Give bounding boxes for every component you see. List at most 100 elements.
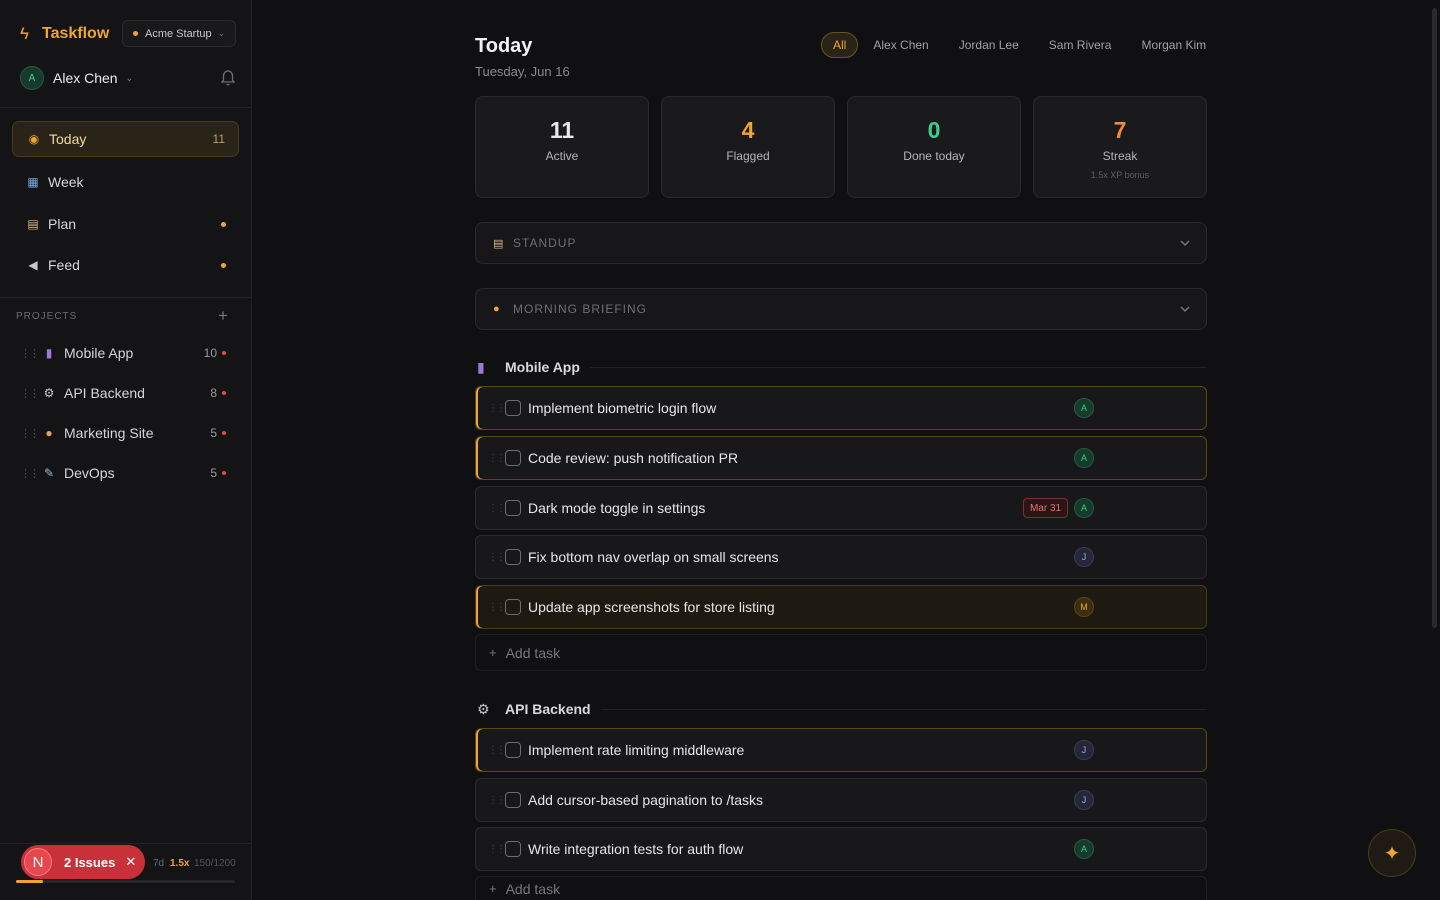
task-row[interactable]: ⋮⋮ Update app screenshots for store list… [475, 585, 1207, 629]
drag-handle-icon[interactable]: ⋮⋮ [488, 844, 506, 855]
plus-icon: + [489, 881, 497, 896]
project-item-devops[interactable]: ⋮⋮ ✎ DevOps 5 [20, 459, 230, 487]
add-project-button[interactable]: + [218, 306, 228, 326]
task-checkbox[interactable] [505, 549, 521, 565]
add-task-button[interactable]: + Add task [475, 876, 1207, 900]
task-title: Code review: push notification PR [528, 450, 739, 466]
drag-handle-icon[interactable]: ⋮⋮ [488, 552, 506, 563]
task-row[interactable]: ⋮⋮ Implement rate limiting middleware J [475, 728, 1207, 772]
group-header-mobile-app: ▮ Mobile App [477, 356, 1207, 378]
group-name: Mobile App [505, 359, 580, 375]
workspace-name: Acme Startup [145, 27, 212, 40]
stat-value: 4 [741, 117, 755, 143]
page-date: Tuesday, Jun 16 [475, 64, 570, 79]
chevron-down-icon: ⌄ [125, 72, 134, 83]
due-date-badge[interactable]: Mar 31 [1023, 498, 1068, 518]
task-checkbox[interactable] [505, 599, 521, 615]
task-row[interactable]: ⋮⋮ Write integration tests for auth flow… [475, 827, 1207, 871]
assignee-avatar: J [1074, 790, 1094, 810]
nav-item-plan[interactable]: ▤ Plan [12, 206, 239, 242]
stat-label: Flagged [726, 149, 770, 163]
stat-done-today: 0 Done today [847, 96, 1021, 198]
drag-handle-icon[interactable]: ⋮⋮ [488, 453, 506, 464]
gear-icon: ⚙ [43, 386, 55, 400]
project-name: DevOps [64, 465, 115, 481]
assignee-avatar: J [1074, 740, 1094, 760]
filter-jordan-lee[interactable]: Jordan Lee [944, 32, 1034, 58]
assignee-avatar: A [1074, 398, 1094, 418]
task-row[interactable]: ⋮⋮ Implement biometric login flow A [475, 386, 1207, 430]
unread-dot [221, 221, 226, 227]
next-logo-icon: N [24, 848, 52, 876]
phone-icon: ▮ [45, 346, 53, 360]
task-checkbox[interactable] [505, 400, 521, 416]
avatar: A [20, 66, 44, 90]
project-count: 5 [210, 426, 217, 440]
stat-label: Streak [1102, 149, 1138, 163]
add-task-label: Add task [505, 644, 561, 661]
brand-name: Taskflow [42, 25, 110, 42]
task-row[interactable]: ⋮⋮ Dark mode toggle in settings Mar 31 A [475, 486, 1207, 530]
task-checkbox[interactable] [505, 450, 521, 466]
filter-sam-rivera[interactable]: Sam Rivera [1034, 32, 1127, 58]
filter-all[interactable]: All [821, 32, 859, 58]
megaphone-icon: ◀ [28, 258, 38, 272]
alert-dot [222, 471, 226, 475]
issues-label: 2 Issues [64, 854, 116, 870]
task-row[interactable]: ⋮⋮ Add cursor-based pagination to /tasks… [475, 778, 1207, 822]
drag-handle-icon[interactable]: ⋮⋮ [488, 745, 506, 756]
nav-item-week[interactable]: ▦ Week [12, 164, 239, 200]
drag-handle-icon[interactable]: ⋮⋮ [488, 795, 506, 806]
drag-handle-icon[interactable]: ⋮⋮ [488, 503, 506, 514]
workspace-switcher[interactable]: Acme Startup ⌄ [122, 20, 236, 47]
palette-icon: ● [45, 426, 53, 440]
nav-item-today[interactable]: ◉ Today 11 [12, 121, 239, 157]
project-count: 5 [210, 466, 217, 480]
sparkle-action-button[interactable]: ✦ [1368, 829, 1416, 877]
drag-handle-icon[interactable]: ⋮⋮ [488, 602, 506, 613]
user-menu[interactable]: A Alex Chen ⌄ [20, 65, 236, 91]
task-checkbox[interactable] [505, 500, 521, 516]
alert-dot [222, 431, 226, 435]
task-checkbox[interactable] [505, 841, 521, 857]
task-title: Dark mode toggle in settings [528, 500, 706, 516]
task-row[interactable]: ⋮⋮ Fix bottom nav overlap on small scree… [475, 535, 1207, 579]
workspace-dot [133, 31, 138, 36]
drag-handle-icon[interactable]: ⋮⋮ [488, 403, 506, 414]
task-checkbox[interactable] [505, 792, 521, 808]
wrench-icon: ✎ [43, 466, 55, 480]
stat-active: 11 Active [475, 96, 649, 198]
chevron-down-icon[interactable] [1178, 302, 1192, 316]
nav-item-feed[interactable]: ◀ Feed [12, 247, 239, 283]
morning-briefing-section[interactable]: ● MORNING BRIEFING [475, 288, 1207, 330]
chevron-down-icon[interactable] [1178, 236, 1192, 250]
project-name: Mobile App [64, 345, 134, 361]
drag-handle-icon[interactable]: ⋮⋮ [20, 347, 40, 360]
bell-icon[interactable] [220, 69, 236, 87]
xp-progress-bar [16, 880, 235, 883]
stat-label: Done today [903, 149, 965, 163]
sparkle-icon: ✦ [1383, 842, 1401, 865]
scrollbar[interactable] [1432, 8, 1437, 628]
assignee-avatar: A [1074, 498, 1094, 518]
task-row[interactable]: ⋮⋮ Code review: push notification PR A [475, 436, 1207, 480]
filter-morgan-kim[interactable]: Morgan Kim [1126, 32, 1221, 58]
drag-handle-icon[interactable]: ⋮⋮ [20, 427, 40, 440]
filter-alex-chen[interactable]: Alex Chen [858, 32, 943, 58]
add-task-button[interactable]: + Add task [475, 634, 1207, 671]
standup-section[interactable]: ▤ STANDUP [475, 222, 1207, 264]
close-icon[interactable]: ✕ [125, 854, 136, 870]
stat-sub: 1.5x XP bonus [1090, 170, 1150, 180]
issues-badge[interactable]: N 2 Issues ✕ [21, 845, 145, 879]
drag-handle-icon[interactable]: ⋮⋮ [20, 467, 40, 480]
task-title: Add cursor-based pagination to /tasks [528, 792, 764, 808]
drag-handle-icon[interactable]: ⋮⋮ [20, 387, 40, 400]
project-item-mobile-app[interactable]: ⋮⋮ ▮ Mobile App 10 [20, 339, 230, 367]
sun-icon: ● [493, 303, 500, 315]
xp-streak: 7d [153, 858, 165, 869]
task-checkbox[interactable] [505, 742, 521, 758]
project-item-api-backend[interactable]: ⋮⋮ ⚙ API Backend 8 [20, 379, 230, 407]
project-item-marketing-site[interactable]: ⋮⋮ ● Marketing Site 5 [20, 419, 230, 447]
stat-streak: 7 Streak 1.5x XP bonus [1033, 96, 1207, 198]
project-count: 8 [210, 386, 217, 400]
